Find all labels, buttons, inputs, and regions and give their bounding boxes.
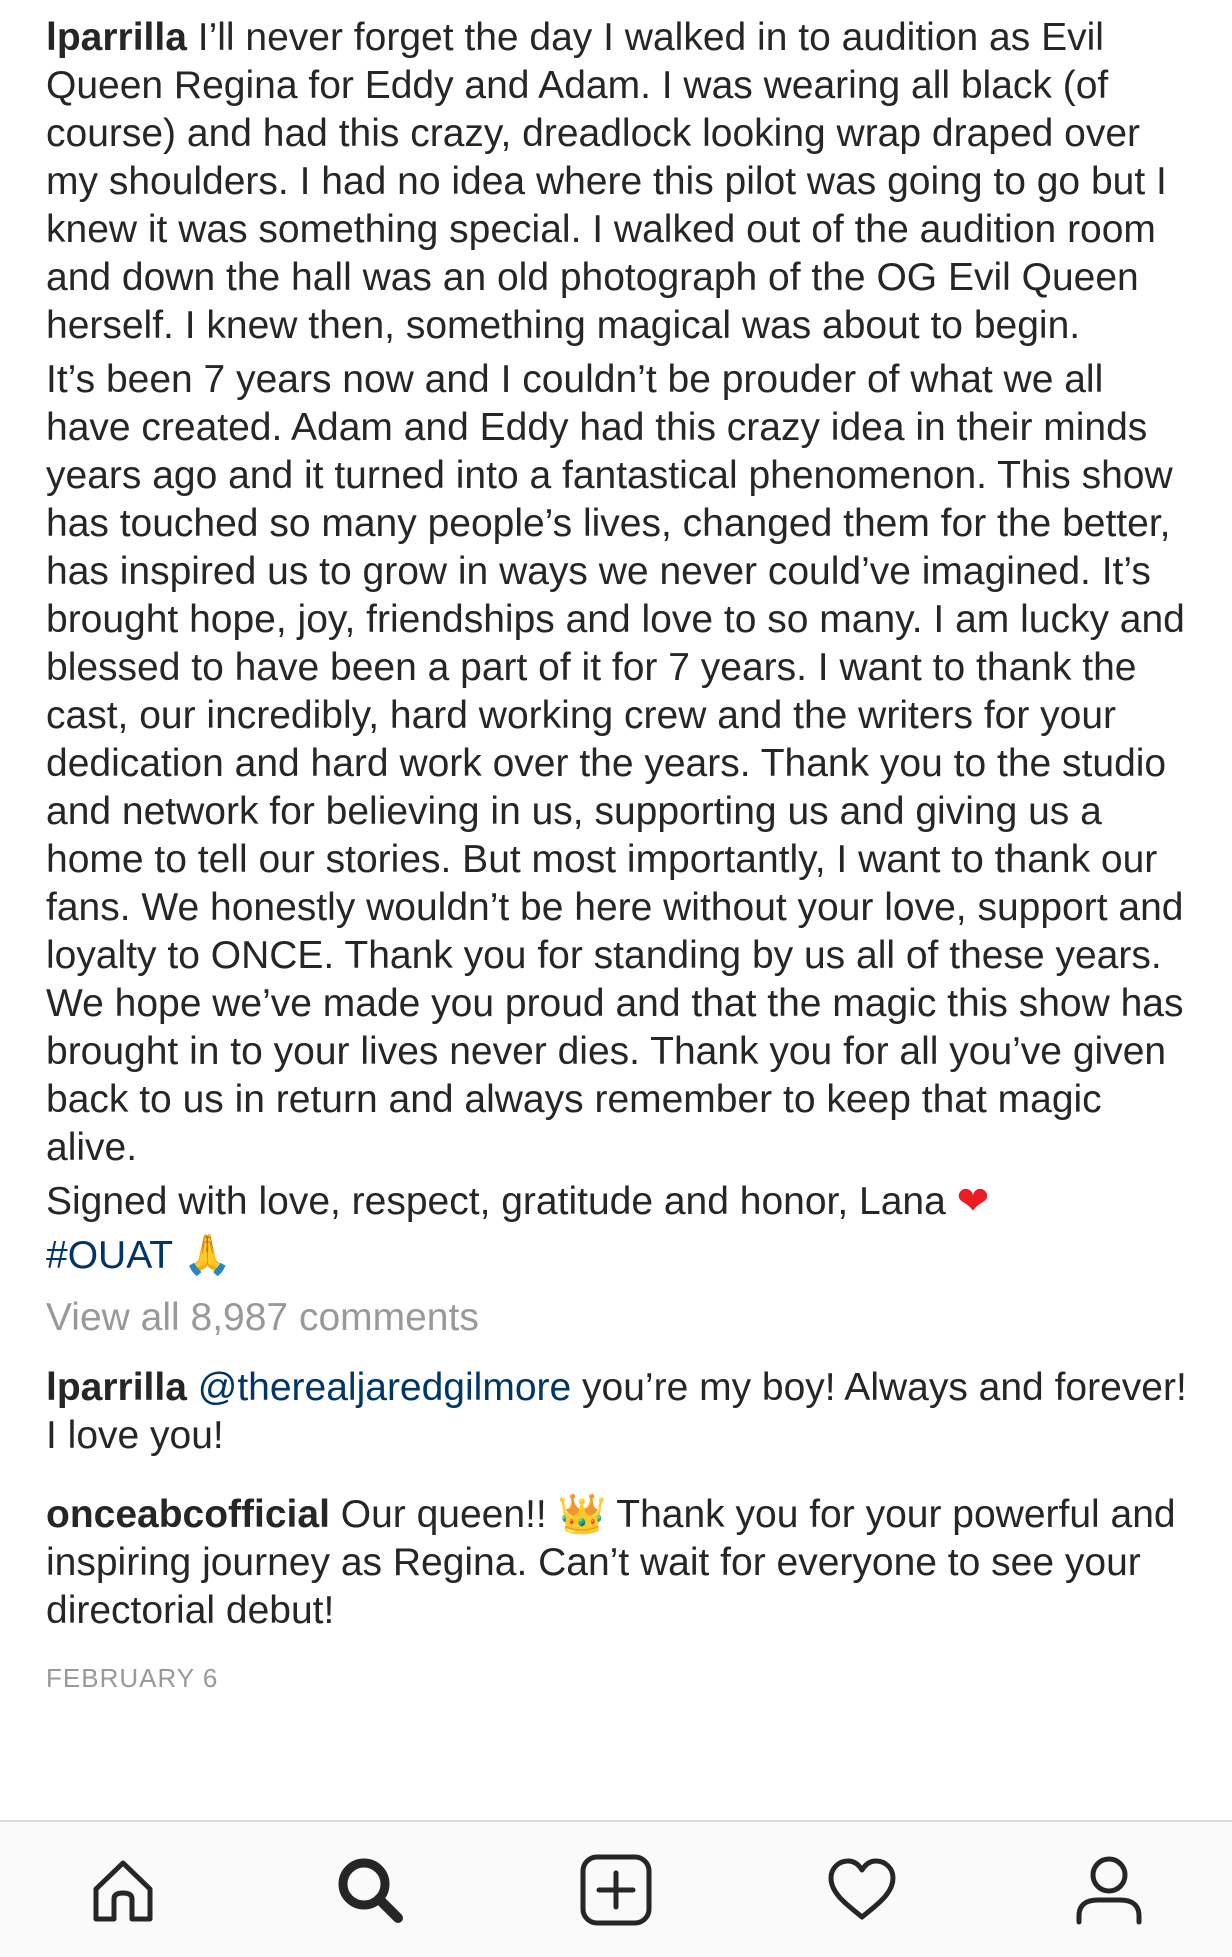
comment-item: lparrilla @therealjaredgilmore you’re my…	[46, 1364, 1196, 1460]
post-caption-area: lparrilla I’ll never forget the day I wa…	[46, 14, 1196, 1695]
crown-emoji-icon: 👑	[557, 1492, 607, 1537]
profile-icon	[1076, 1856, 1142, 1924]
tab-home[interactable]	[75, 1842, 171, 1938]
caption-hashtag-line: #OUAT 🙏	[46, 1232, 1196, 1280]
caption-text-1: I’ll never forget the day I walked in to…	[46, 16, 1167, 347]
comment-text-before: Our queen!!	[340, 1493, 547, 1536]
comment-username[interactable]: lparrilla	[46, 1366, 187, 1409]
post-author-username[interactable]: lparrilla	[46, 16, 187, 59]
comment-username[interactable]: onceabcofficial	[46, 1493, 330, 1536]
caption-paragraph-2: It’s been 7 years now and I couldn’t be …	[46, 358, 1185, 1169]
tab-search[interactable]	[322, 1842, 418, 1938]
comment-mention[interactable]: @therealjaredgilmore	[198, 1366, 571, 1409]
view-all-comments-link[interactable]: View all 8,987 comments	[46, 1294, 1196, 1342]
caption-signoff: Signed with love, respect, gratitude and…	[46, 1178, 1196, 1226]
praying-hands-emoji-icon: 🙏	[183, 1233, 232, 1278]
red-heart-emoji-icon: ❤	[956, 1179, 990, 1224]
tab-activity[interactable]	[814, 1842, 910, 1938]
signoff-text: Signed with love, respect, gratitude and…	[46, 1180, 946, 1223]
new-post-icon	[580, 1854, 652, 1925]
bottom-tab-bar	[0, 1820, 1232, 1957]
hashtag-link[interactable]: #OUAT	[46, 1234, 172, 1277]
comment-item: onceabcofficial Our queen!! 👑 Thank you …	[46, 1491, 1196, 1635]
caption-paragraph-1: lparrilla I’ll never forget the day I wa…	[46, 14, 1196, 350]
tab-profile[interactable]	[1061, 1842, 1157, 1938]
post-date: FEBRUARY 6	[46, 1663, 219, 1693]
home-icon	[93, 1860, 153, 1921]
tab-new-post[interactable]	[568, 1842, 664, 1938]
search-icon	[338, 1858, 403, 1923]
activity-heart-icon	[828, 1858, 896, 1919]
